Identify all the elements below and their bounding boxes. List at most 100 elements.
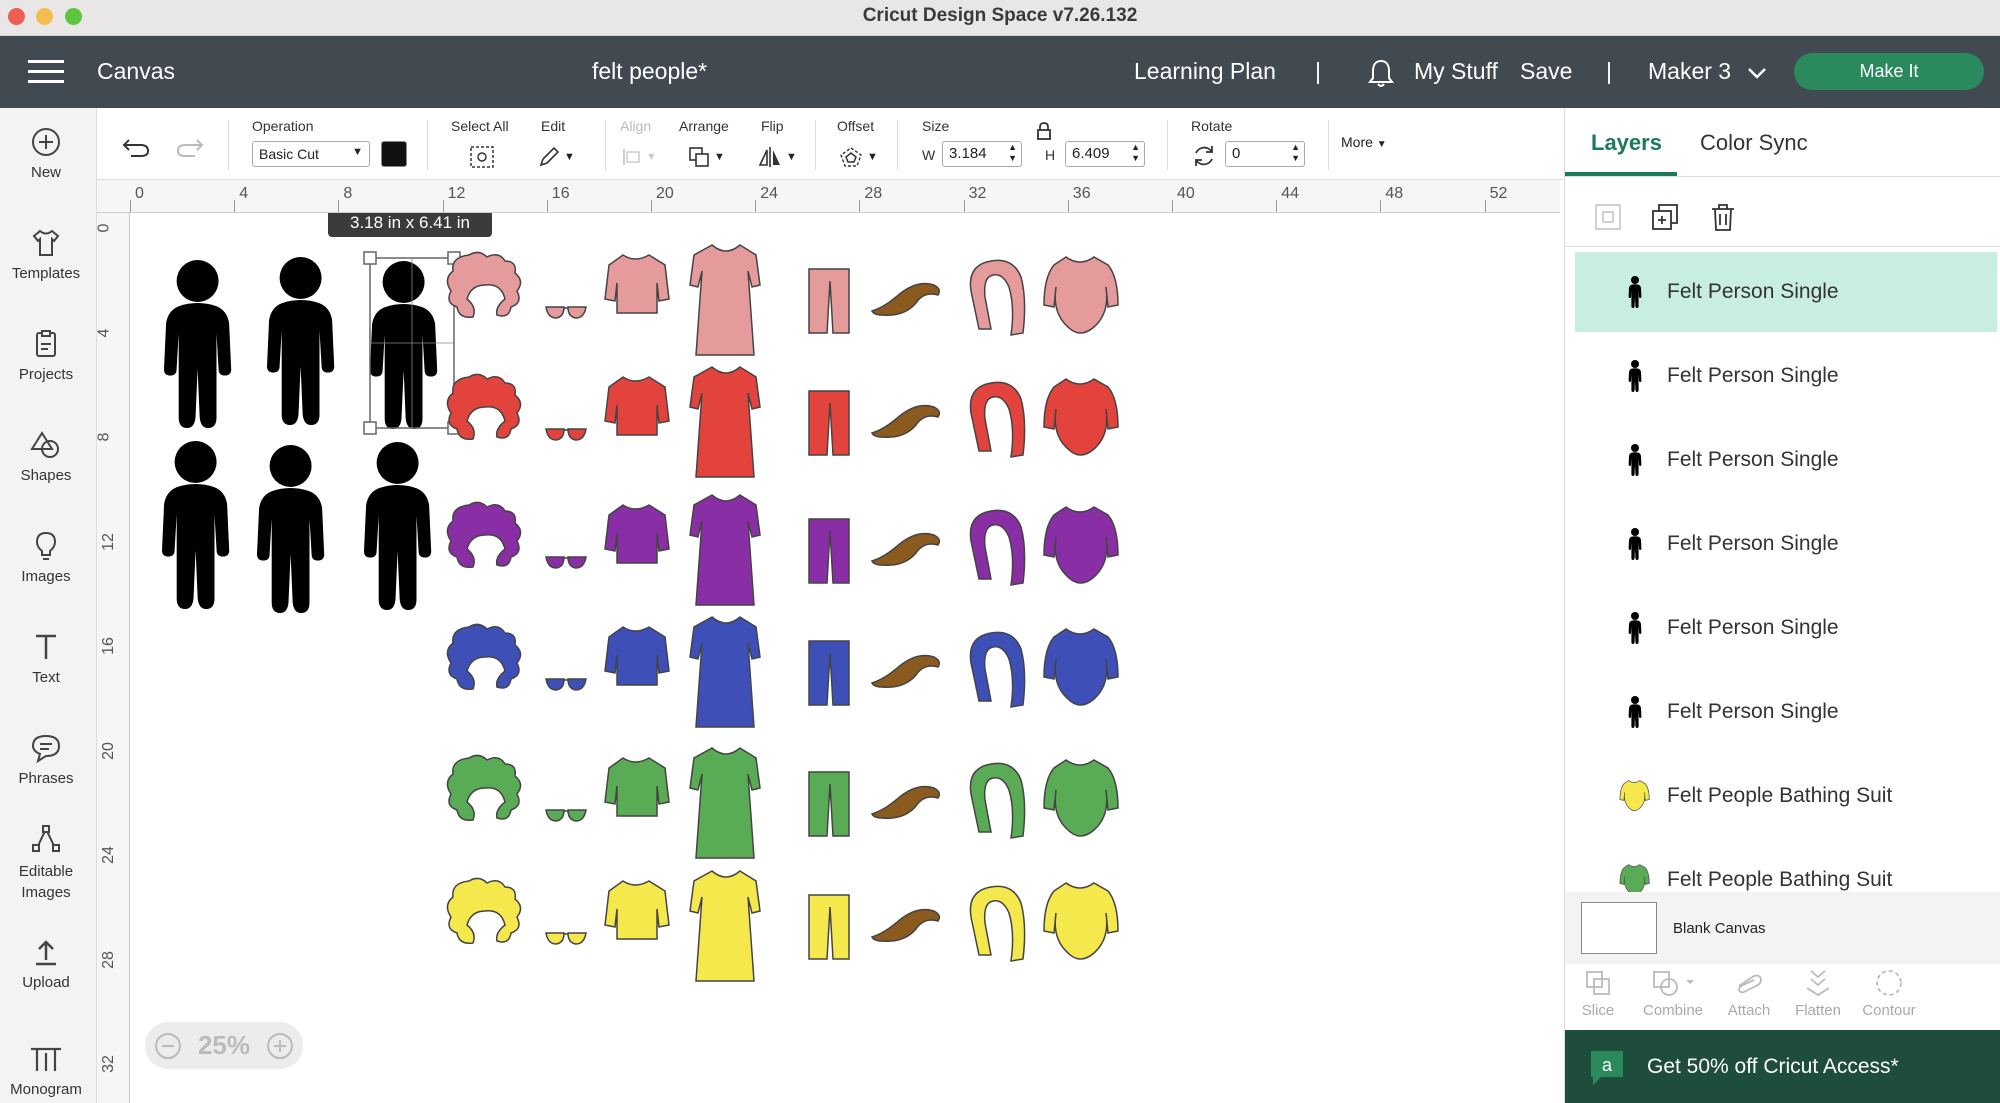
mustache-shape[interactable] — [871, 404, 941, 438]
dress-shape[interactable] — [689, 616, 761, 728]
contour-button[interactable]: Contour — [1854, 968, 1924, 1019]
hair-shape[interactable] — [446, 251, 522, 319]
design-canvas[interactable]: 3.18 in x 6.41 in — [130, 213, 1560, 1103]
shirt-shape[interactable] — [604, 626, 670, 686]
rotate-icon[interactable] — [1191, 143, 1217, 169]
lock-icon[interactable] — [1036, 121, 1052, 141]
make-it-button[interactable]: Make It — [1794, 53, 1984, 90]
offset-menu[interactable]: ▼ — [838, 144, 878, 170]
slice-button[interactable]: Slice — [1563, 968, 1633, 1019]
group-icon[interactable] — [1593, 202, 1623, 232]
person-silhouettes[interactable] — [162, 257, 438, 613]
layer-row[interactable]: Felt People Bathing Suit — [1575, 756, 1997, 836]
project-name[interactable]: felt people* — [592, 58, 707, 85]
mustache-shape[interactable] — [871, 282, 941, 316]
arrange-menu[interactable]: ▼ — [687, 144, 725, 170]
machine-selector[interactable]: Maker 3 — [1648, 58, 1731, 85]
mustache-shape[interactable] — [871, 908, 941, 942]
bodysuit-shape[interactable] — [1043, 256, 1119, 334]
hair-shape[interactable] — [446, 623, 522, 691]
glasses-shape[interactable] — [545, 809, 587, 822]
layer-row[interactable]: Felt Person Single — [1575, 252, 1997, 332]
nav-monogram[interactable]: Monogram — [0, 1043, 92, 1098]
duplicate-icon[interactable] — [1650, 202, 1680, 232]
felt-person-shape[interactable] — [364, 442, 432, 610]
nav-new[interactable]: New — [0, 126, 92, 181]
felt-person-shape[interactable] — [164, 260, 232, 428]
select-all-icon[interactable] — [468, 144, 496, 170]
glasses-shape[interactable] — [545, 678, 587, 691]
layer-row[interactable]: Felt Person Single — [1575, 672, 1997, 752]
shirt-shape[interactable] — [604, 880, 670, 940]
clothing-pieces[interactable] — [446, 244, 1119, 982]
arch-shape[interactable] — [969, 885, 1026, 962]
stepper-icon[interactable]: ▲ ▼ — [1131, 142, 1140, 164]
trash-icon[interactable] — [1708, 202, 1738, 232]
rotate-input[interactable]: 0 ▲ ▼ — [1225, 141, 1305, 167]
height-input[interactable]: 6.409 ▲ ▼ — [1065, 141, 1145, 167]
pants-shape[interactable] — [808, 771, 850, 837]
dress-shape[interactable] — [689, 494, 761, 606]
shirt-shape[interactable] — [604, 757, 670, 817]
flip-menu[interactable]: ▼ — [757, 144, 797, 170]
nav-templates[interactable]: Templates — [0, 227, 92, 282]
bodysuit-shape[interactable] — [1043, 628, 1119, 706]
save-button[interactable]: Save — [1520, 58, 1572, 85]
felt-person-shape[interactable] — [162, 441, 230, 609]
hair-shape[interactable] — [446, 754, 522, 822]
zoom-in-icon[interactable] — [265, 1031, 295, 1061]
chevron-down-icon[interactable] — [1747, 66, 1767, 80]
tab-layers[interactable]: Layers — [1591, 130, 1662, 156]
layer-row[interactable]: Felt Person Single — [1575, 336, 1997, 416]
blank-canvas-row[interactable]: Blank Canvas — [1565, 892, 2000, 964]
hair-shape[interactable] — [446, 373, 522, 441]
layer-row[interactable]: Felt Person Single — [1575, 504, 1997, 584]
dress-shape[interactable] — [689, 366, 761, 478]
nav-projects[interactable]: Projects — [0, 328, 92, 383]
operation-color-swatch[interactable] — [381, 141, 407, 167]
undo-icon[interactable] — [121, 136, 151, 158]
operation-select[interactable]: Basic Cut ▼ — [252, 141, 370, 167]
combine-button[interactable]: Combine — [1638, 968, 1708, 1019]
glasses-shape[interactable] — [545, 556, 587, 569]
pants-shape[interactable] — [808, 894, 850, 960]
arch-shape[interactable] — [969, 259, 1026, 336]
arch-shape[interactable] — [969, 762, 1026, 839]
dress-shape[interactable] — [689, 870, 761, 982]
promo-banner[interactable]: a Get 50% off Cricut Access* — [1565, 1030, 2000, 1103]
felt-person-shape[interactable] — [267, 257, 335, 425]
mustache-shape[interactable] — [871, 532, 941, 566]
tab-color-sync[interactable]: Color Sync — [1700, 130, 1808, 156]
nav-shapes[interactable]: Shapes — [0, 429, 92, 484]
zoom-out-icon[interactable] — [153, 1031, 183, 1061]
nav-text[interactable]: Text — [0, 631, 92, 686]
felt-person-shape[interactable] — [257, 445, 325, 613]
bodysuit-shape[interactable] — [1043, 882, 1119, 960]
redo-icon[interactable] — [175, 136, 205, 158]
mustache-shape[interactable] — [871, 785, 941, 819]
learning-plan-link[interactable]: Learning Plan — [1134, 58, 1276, 85]
glasses-shape[interactable] — [545, 306, 587, 319]
nav-phrases[interactable]: Phrases — [0, 732, 92, 787]
bodysuit-shape[interactable] — [1043, 759, 1119, 837]
bell-icon[interactable] — [1367, 58, 1395, 88]
arch-shape[interactable] — [969, 509, 1026, 586]
bodysuit-shape[interactable] — [1043, 378, 1119, 456]
shirt-shape[interactable] — [604, 254, 670, 314]
pants-shape[interactable] — [808, 390, 850, 456]
dress-shape[interactable] — [689, 244, 761, 356]
bodysuit-shape[interactable] — [1043, 506, 1119, 584]
nav-editable-images[interactable]: Editable Images — [0, 823, 92, 903]
felt-person-shape[interactable] — [370, 261, 438, 429]
dress-shape[interactable] — [689, 747, 761, 859]
my-stuff-link[interactable]: My Stuff — [1414, 58, 1498, 85]
nav-upload[interactable]: Upload — [0, 936, 92, 991]
shirt-shape[interactable] — [604, 504, 670, 564]
flatten-button[interactable]: Flatten — [1783, 968, 1853, 1019]
hair-shape[interactable] — [446, 501, 522, 569]
stepper-icon[interactable]: ▲ ▼ — [1008, 142, 1017, 164]
pants-shape[interactable] — [808, 640, 850, 706]
attach-button[interactable]: Attach — [1714, 968, 1784, 1019]
mustache-shape[interactable] — [871, 654, 941, 688]
width-input[interactable]: 3.184 ▲ ▼ — [942, 141, 1022, 167]
